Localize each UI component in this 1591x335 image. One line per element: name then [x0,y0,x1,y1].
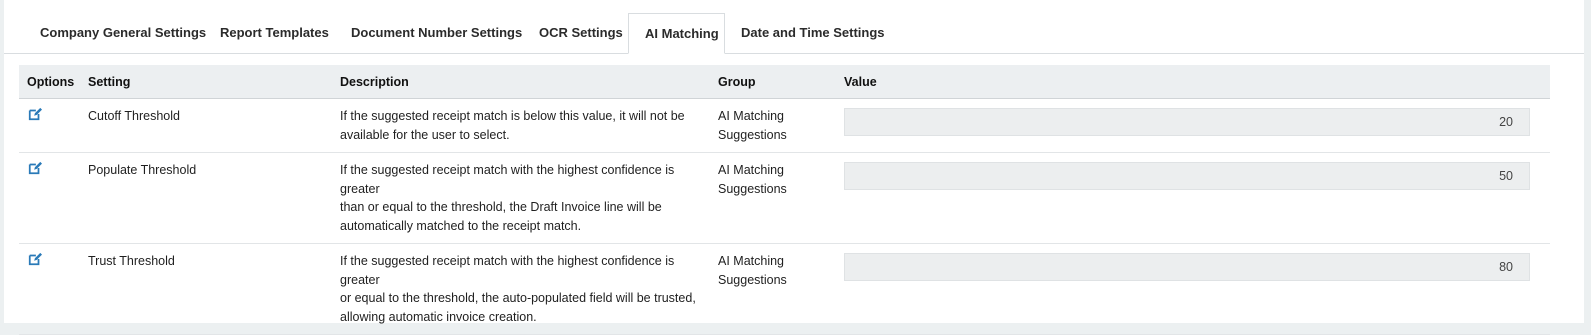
setting-description: If the suggested receipt match with the … [331,152,709,244]
setting-name: Populate Threshold [79,152,331,244]
table-row: Populate Threshold If the suggested rece… [19,152,1550,244]
setting-name: Cutoff Threshold [79,98,331,153]
settings-table: Options Setting Description Group Value … [19,65,1550,335]
settings-tabs: Company General Settings Report Template… [4,0,1584,54]
value-cell: 50 [835,152,1550,244]
group-line: Suggestions [718,181,787,196]
value-cell: 20 [835,98,1550,153]
description-line: If the suggested receipt match with the … [340,254,675,287]
setting-group: AI Matching Suggestions [709,98,835,153]
options-cell [19,243,79,335]
group-line: AI Matching [718,163,785,177]
setting-description: If the suggested receipt match is below … [331,98,709,153]
group-line: AI Matching [718,254,785,268]
options-cell [19,152,79,244]
description-line: or equal to the threshold, the auto-popu… [340,291,696,305]
edit-icon[interactable] [28,107,44,123]
description-line: than or equal to the threshold, the Draf… [340,200,662,214]
setting-description: If the suggested receipt match with the … [331,243,709,335]
table-row: Cutoff Threshold If the suggested receip… [19,98,1550,153]
edit-icon[interactable] [28,252,44,268]
group-line: AI Matching [718,109,785,123]
group-line: Suggestions [718,127,787,142]
settings-panel: Company General Settings Report Template… [4,0,1584,335]
edit-icon[interactable] [28,161,44,177]
options-cell [19,98,79,153]
value-field[interactable]: 20 [844,108,1530,136]
setting-name: Trust Threshold [79,243,331,335]
tab-date-and-time-settings[interactable]: Date and Time Settings [725,13,901,54]
tab-document-number-settings[interactable]: Document Number Settings [335,13,538,54]
description-line: automatically matched to the receipt mat… [340,218,582,233]
column-header-options: Options [19,65,79,99]
value-field[interactable]: 50 [844,162,1530,190]
column-header-value: Value [835,65,1550,99]
tab-company-general-settings[interactable]: Company General Settings [24,13,222,54]
table-header-row: Options Setting Description Group Value [19,65,1550,99]
description-line: If the suggested receipt match is below … [340,109,685,123]
value-field[interactable]: 80 [844,253,1530,281]
column-header-setting: Setting [79,65,331,99]
table-row: Trust Threshold If the suggested receipt… [19,243,1550,335]
description-line: allowing automatic invoice creation. [340,309,537,324]
setting-group: AI Matching Suggestions [709,152,835,244]
description-line: available for the user to select. [340,127,510,142]
column-header-group: Group [709,65,835,99]
column-header-description: Description [331,65,709,99]
tab-ai-matching[interactable]: AI Matching [628,13,725,54]
tab-ocr-settings[interactable]: OCR Settings [523,13,639,54]
value-cell: 80 [835,243,1550,335]
description-line: If the suggested receipt match with the … [340,163,675,196]
group-line: Suggestions [718,272,787,287]
tab-report-templates[interactable]: Report Templates [204,13,345,54]
setting-group: AI Matching Suggestions [709,243,835,335]
